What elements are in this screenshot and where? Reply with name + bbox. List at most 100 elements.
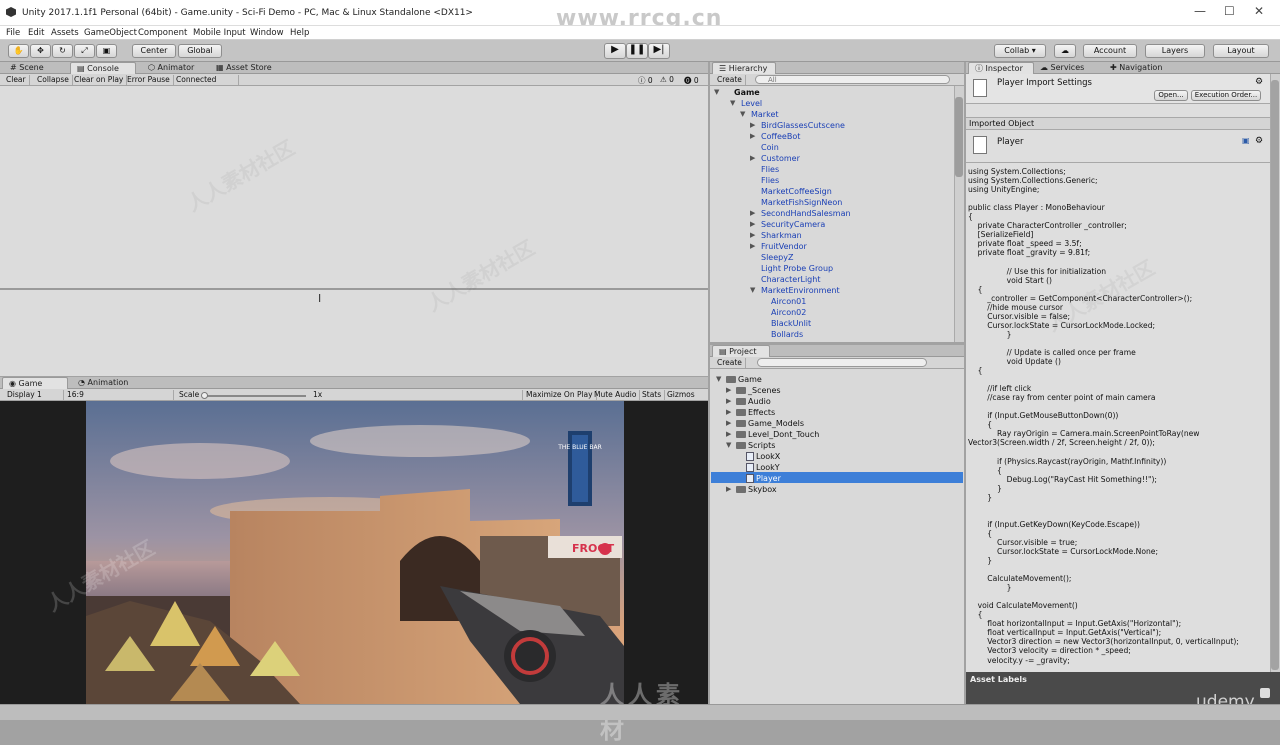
- project-folder[interactable]: Game_Models: [736, 418, 804, 429]
- project-expand-arrow-icon[interactable]: ▶: [726, 397, 731, 405]
- hierarchy-expand-arrow-icon[interactable]: ▼: [730, 99, 735, 107]
- console-error-pause-button[interactable]: Error Pause: [124, 75, 174, 85]
- mute-audio-toggle[interactable]: Mute Audio: [591, 390, 641, 400]
- hierarchy-scrollbar-thumb[interactable]: [955, 97, 963, 177]
- inspector-scrollbar-thumb[interactable]: [1271, 80, 1279, 670]
- console-warning-count[interactable]: ⚠ 0: [660, 75, 674, 84]
- project-expand-arrow-icon[interactable]: ▶: [726, 430, 731, 438]
- hierarchy-item[interactable]: Aircon02: [771, 307, 806, 318]
- rotate-tool-icon[interactable]: ↻: [52, 44, 73, 58]
- minimize-icon[interactable]: —: [1194, 4, 1206, 18]
- project-expand-arrow-icon[interactable]: ▼: [726, 441, 731, 449]
- menu-gameobject[interactable]: GameObject: [84, 28, 137, 38]
- component-settings-icon[interactable]: ⚙: [1255, 136, 1263, 146]
- hierarchy-item[interactable]: FruitVendor: [761, 241, 807, 252]
- menu-edit[interactable]: Edit: [28, 28, 44, 38]
- tab-scene[interactable]: # Scene: [4, 62, 50, 74]
- hierarchy-expand-arrow-icon[interactable]: ▶: [750, 220, 755, 228]
- tab-game[interactable]: ◉ Game: [2, 377, 68, 389]
- hierarchy-item[interactable]: BlackUnlit: [771, 318, 811, 329]
- tab-console[interactable]: ▤ Console: [70, 62, 136, 74]
- hierarchy-item[interactable]: MarketFishSignNeon: [761, 197, 842, 208]
- account-button[interactable]: Account: [1083, 44, 1137, 58]
- display-dropdown[interactable]: Display 1: [4, 390, 64, 400]
- project-folder[interactable]: Game: [726, 374, 762, 385]
- tab-hierarchy[interactable]: ☰ Hierarchy: [712, 62, 776, 74]
- menu-file[interactable]: File: [6, 28, 20, 38]
- pause-button[interactable]: ❚❚: [626, 43, 648, 59]
- hierarchy-expand-arrow-icon[interactable]: ▶: [750, 154, 755, 162]
- hierarchy-item[interactable]: Market: [751, 109, 779, 120]
- move-tool-icon[interactable]: ✥: [30, 44, 51, 58]
- hierarchy-item[interactable]: Flies: [761, 175, 779, 186]
- scale-tool-icon[interactable]: ⤢: [74, 44, 95, 58]
- menu-component[interactable]: Component: [138, 28, 187, 38]
- hierarchy-item[interactable]: MarketEnvironment: [761, 285, 840, 296]
- menu-assets[interactable]: Assets: [51, 28, 79, 38]
- project-expand-arrow-icon[interactable]: ▶: [726, 485, 731, 493]
- project-script[interactable]: LookX: [746, 451, 780, 462]
- project-folder[interactable]: _Scenes: [736, 385, 781, 396]
- project-folder[interactable]: Audio: [736, 396, 771, 407]
- tab-animator[interactable]: ⬡ Animator: [142, 62, 200, 74]
- tab-inspector[interactable]: ⓘ Inspector: [968, 62, 1034, 74]
- tab-project[interactable]: ▤ Project: [712, 345, 770, 357]
- project-script[interactable]: Player: [746, 473, 781, 484]
- pivot-global-button[interactable]: Global: [178, 44, 222, 58]
- rect-tool-icon[interactable]: ▣: [96, 44, 117, 58]
- hierarchy-search-input[interactable]: All: [755, 75, 950, 84]
- maximize-on-play-toggle[interactable]: Maximize On Play: [522, 390, 597, 400]
- console-log-area[interactable]: [0, 86, 708, 288]
- stats-toggle[interactable]: Stats: [639, 390, 666, 400]
- tab-services[interactable]: ☁ Services: [1034, 62, 1090, 74]
- open-button[interactable]: Open...: [1154, 90, 1188, 101]
- tab-navigation[interactable]: ✚ Navigation: [1104, 62, 1168, 74]
- aspect-dropdown[interactable]: 16:9: [64, 390, 174, 400]
- project-expand-arrow-icon[interactable]: ▶: [726, 419, 731, 427]
- tab-animation[interactable]: ◔ Animation: [72, 377, 134, 389]
- scale-slider-handle[interactable]: [201, 392, 208, 399]
- console-connected-player-dropdown[interactable]: Connected Player: [173, 75, 239, 85]
- maximize-icon[interactable]: ☐: [1224, 4, 1235, 18]
- project-expand-arrow-icon[interactable]: ▼: [716, 375, 721, 383]
- game-viewport[interactable]: THE BLUE BAR FROOT 人人素材: [0, 401, 708, 744]
- gizmos-dropdown[interactable]: Gizmos: [664, 390, 698, 400]
- hierarchy-item[interactable]: SleepyZ: [761, 252, 793, 263]
- console-clear-on-play-button[interactable]: Clear on Play: [71, 75, 128, 85]
- menu-window[interactable]: Window: [250, 28, 284, 38]
- hierarchy-item[interactable]: Sharkman: [761, 230, 802, 241]
- hierarchy-item[interactable]: SecondHandSalesman: [761, 208, 851, 219]
- scale-slider[interactable]: [202, 395, 306, 397]
- hierarchy-expand-arrow-icon[interactable]: ▶: [750, 209, 755, 217]
- component-help-icon[interactable]: ▣: [1242, 136, 1250, 145]
- step-button[interactable]: ▶|: [648, 43, 670, 59]
- hand-tool-icon[interactable]: ✋: [8, 44, 29, 58]
- inspector-settings-icon[interactable]: ⚙: [1255, 77, 1263, 87]
- project-expand-arrow-icon[interactable]: ▶: [726, 386, 731, 394]
- hierarchy-item[interactable]: Light Probe Group: [761, 263, 833, 274]
- console-collapse-button[interactable]: Collapse: [34, 75, 73, 85]
- hierarchy-expand-arrow-icon[interactable]: ▶: [750, 121, 755, 129]
- menu-help[interactable]: Help: [290, 28, 309, 38]
- console-clear-button[interactable]: Clear: [3, 75, 30, 85]
- project-create-button[interactable]: Create: [714, 358, 746, 368]
- hierarchy-expand-arrow-icon[interactable]: ▶: [750, 132, 755, 140]
- play-button[interactable]: ▶: [604, 43, 626, 59]
- hierarchy-item[interactable]: Bollards: [771, 329, 803, 340]
- hierarchy-expand-arrow-icon[interactable]: ▼: [740, 110, 745, 118]
- tab-asset-store[interactable]: ▦ Asset Store: [210, 62, 278, 74]
- hierarchy-item[interactable]: CoffeeBot: [761, 131, 800, 142]
- hierarchy-item[interactable]: BirdGlassesCutscene: [761, 120, 845, 131]
- hierarchy-create-button[interactable]: Create: [714, 75, 746, 85]
- hierarchy-expand-arrow-icon[interactable]: ▶: [750, 242, 755, 250]
- project-search-input[interactable]: [757, 358, 927, 367]
- project-folder[interactable]: Level_Dont_Touch: [736, 429, 819, 440]
- project-folder[interactable]: Skybox: [736, 484, 777, 495]
- collab-button[interactable]: Collab ▾: [994, 44, 1046, 58]
- cloud-icon[interactable]: ☁: [1054, 44, 1076, 58]
- execution-order-button[interactable]: Execution Order...: [1191, 90, 1261, 101]
- console-detail-area[interactable]: [0, 290, 708, 376]
- scene-expand-arrow-icon[interactable]: ▼: [714, 88, 719, 96]
- project-expand-arrow-icon[interactable]: ▶: [726, 408, 731, 416]
- console-error-count[interactable]: ⓿ 0: [684, 75, 699, 86]
